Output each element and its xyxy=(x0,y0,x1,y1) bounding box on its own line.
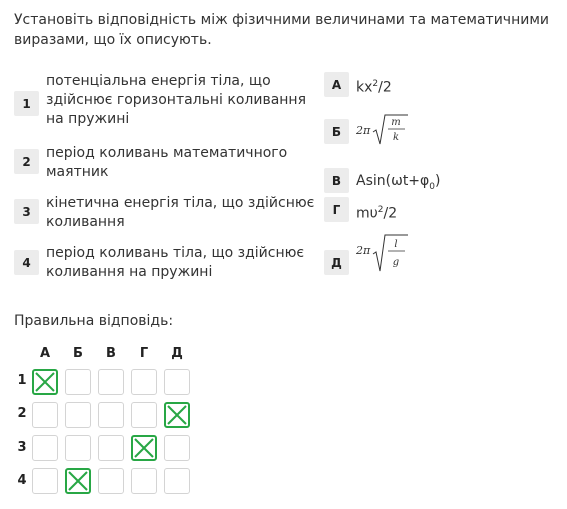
item-letter-badge: Д xyxy=(324,250,349,275)
item-number-badge: 1 xyxy=(14,91,39,116)
svg-text:g: g xyxy=(393,257,399,268)
answer-cell-1-1[interactable] xyxy=(32,369,58,395)
formula-g: mυ2/2 xyxy=(356,205,398,222)
col-head-g: Г xyxy=(139,346,149,361)
answer-cell-2-5[interactable] xyxy=(164,402,190,428)
answer-cell-3-1[interactable] xyxy=(32,435,58,461)
answer-cell-1-4[interactable] xyxy=(131,369,157,395)
answer-cell-3-4[interactable] xyxy=(131,435,157,461)
answer-cell-3-2[interactable] xyxy=(65,435,91,461)
item-letter-badge: А xyxy=(324,72,349,97)
item-text: період коливань тіла, що здійснює колива… xyxy=(46,245,305,280)
col-head-v: В xyxy=(106,346,116,361)
col-head-b: Б xyxy=(73,346,83,361)
item-letter-badge: Б xyxy=(324,119,349,144)
answer-cell-4-4[interactable] xyxy=(131,468,157,494)
formula-d: 2π l g xyxy=(356,232,416,274)
answer-cell-3-5[interactable] xyxy=(164,435,190,461)
item-number-badge: 4 xyxy=(14,250,39,275)
item-text: кінетична енергія тіла, що здійснює коли… xyxy=(46,195,315,230)
answer-cell-2-1[interactable] xyxy=(32,402,58,428)
answer-cell-2-2[interactable] xyxy=(65,402,91,428)
svg-text:2π: 2π xyxy=(356,124,371,137)
answer-cell-4-5[interactable] xyxy=(164,468,190,494)
item-text: потенціальна енергія тіла, що здійснює г… xyxy=(46,73,307,127)
formula-v: Asin(ωt+φ0) xyxy=(356,173,441,192)
item-number-badge: 3 xyxy=(14,199,39,224)
answer-cell-4-2[interactable] xyxy=(65,468,91,494)
item-letter-badge: Г xyxy=(324,197,349,222)
checked-x-icon xyxy=(68,471,88,491)
answer-cell-2-4[interactable] xyxy=(131,402,157,428)
question-text: Установіть відповідність між фізичними в… xyxy=(14,12,549,48)
item-number-badge: 2 xyxy=(14,149,39,174)
svg-text:m: m xyxy=(391,117,400,128)
checked-x-icon xyxy=(167,405,187,425)
answer-cell-3-3[interactable] xyxy=(98,435,124,461)
formula-b: 2π m k xyxy=(356,113,416,147)
answer-cell-1-5[interactable] xyxy=(164,369,190,395)
formula-a: kx2/2 xyxy=(356,79,392,96)
row-head-1: 1 xyxy=(17,373,27,388)
row-head-4: 4 xyxy=(17,473,27,488)
answer-cell-1-3[interactable] xyxy=(98,369,124,395)
answer-cell-2-3[interactable] xyxy=(98,402,124,428)
svg-text:l: l xyxy=(394,239,397,250)
answer-cell-4-3[interactable] xyxy=(98,468,124,494)
checked-x-icon xyxy=(134,438,154,458)
svg-text:2π: 2π xyxy=(356,244,371,257)
col-head-a: А xyxy=(39,346,51,361)
item-letter-badge: В xyxy=(324,168,349,193)
row-head-2: 2 xyxy=(17,406,27,421)
checked-x-icon xyxy=(35,372,55,392)
answer-title: Правильна відповідь: xyxy=(14,313,174,329)
svg-text:k: k xyxy=(393,132,399,143)
answer-cell-1-2[interactable] xyxy=(65,369,91,395)
col-head-d: Д xyxy=(171,346,183,361)
item-text: період коливань математичного маятник xyxy=(46,145,288,180)
answer-cell-4-1[interactable] xyxy=(32,468,58,494)
row-head-3: 3 xyxy=(17,440,27,455)
